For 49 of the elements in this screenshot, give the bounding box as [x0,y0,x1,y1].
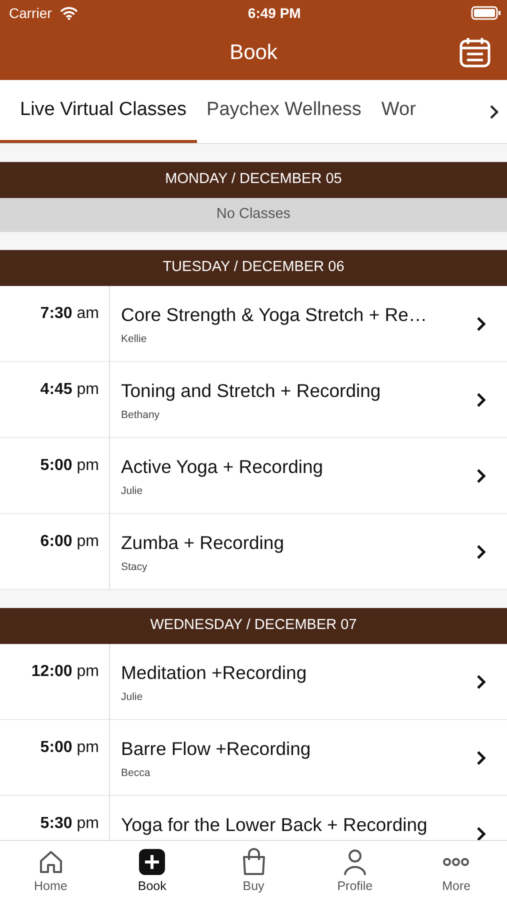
chevron-right-icon[interactable] [476,750,487,766]
instructor-name: Stacy [121,560,148,575]
clock: 6:49 PM [248,4,301,22]
class-title: Toning and Stretch + Recording [121,379,382,403]
more-icon [442,857,470,867]
calendar-icon[interactable] [459,36,491,68]
instructor-name: Becca [121,766,152,781]
class-time: 7:30 am [0,286,110,361]
home-icon [38,849,64,875]
tab-bar-item[interactable]: Book [101,841,203,900]
chevron-right-icon[interactable] [476,544,487,560]
screen-title: Book [230,40,278,66]
chevron-right-icon[interactable] [476,826,487,840]
person-icon [342,848,368,876]
wifi-icon [60,6,78,20]
tab-bar-item[interactable]: Home [0,841,102,900]
chevron-right-icon[interactable] [476,316,487,332]
instructor-name: Julie [121,690,144,705]
class-title: Zumba + Recording [121,531,285,555]
tab-bar-item[interactable]: Buy [202,841,304,900]
class-time: 12:00 pm [0,644,110,719]
category-tab[interactable]: Paychex Wellness [196,80,372,143]
battery-icon [470,6,501,20]
class-title: Core Strength & Yoga Stretch + Re… [121,303,428,327]
class-title: Yoga for the Lower Back + Recording [121,813,428,837]
day-header: WEDNESDAY / DECEMBER 07 [0,608,507,644]
instructor-name: Bethany [121,408,161,423]
category-tab[interactable]: Wor [371,80,426,143]
carrier-label: Carrier [9,4,52,22]
chevron-right-icon[interactable] [489,104,499,120]
instructor-name: Julie [121,484,144,499]
day-header: MONDAY / DECEMBER 05 [0,162,507,198]
tab-bar-item[interactable]: More [406,841,507,900]
chevron-right-icon[interactable] [476,392,487,408]
class-time: 4:45 pm [0,362,110,437]
tab-bar-item[interactable]: Profile [304,841,406,900]
class-time: 5:00 pm [0,720,110,795]
plus-icon [138,848,166,876]
class-title: Meditation +Recording [121,661,308,685]
chevron-right-icon[interactable] [476,674,487,690]
empty-message: No Classes [0,198,507,232]
class-time: 5:00 pm [0,438,110,513]
day-header: TUESDAY / DECEMBER 06 [0,250,507,286]
class-time: 6:00 pm [0,514,110,589]
class-title: Active Yoga + Recording [121,455,324,479]
instructor-name: Kellie [121,332,148,347]
class-title: Barre Flow +Recording [121,737,312,761]
chevron-right-icon[interactable] [476,468,487,484]
shopping-bag-icon [240,848,267,876]
